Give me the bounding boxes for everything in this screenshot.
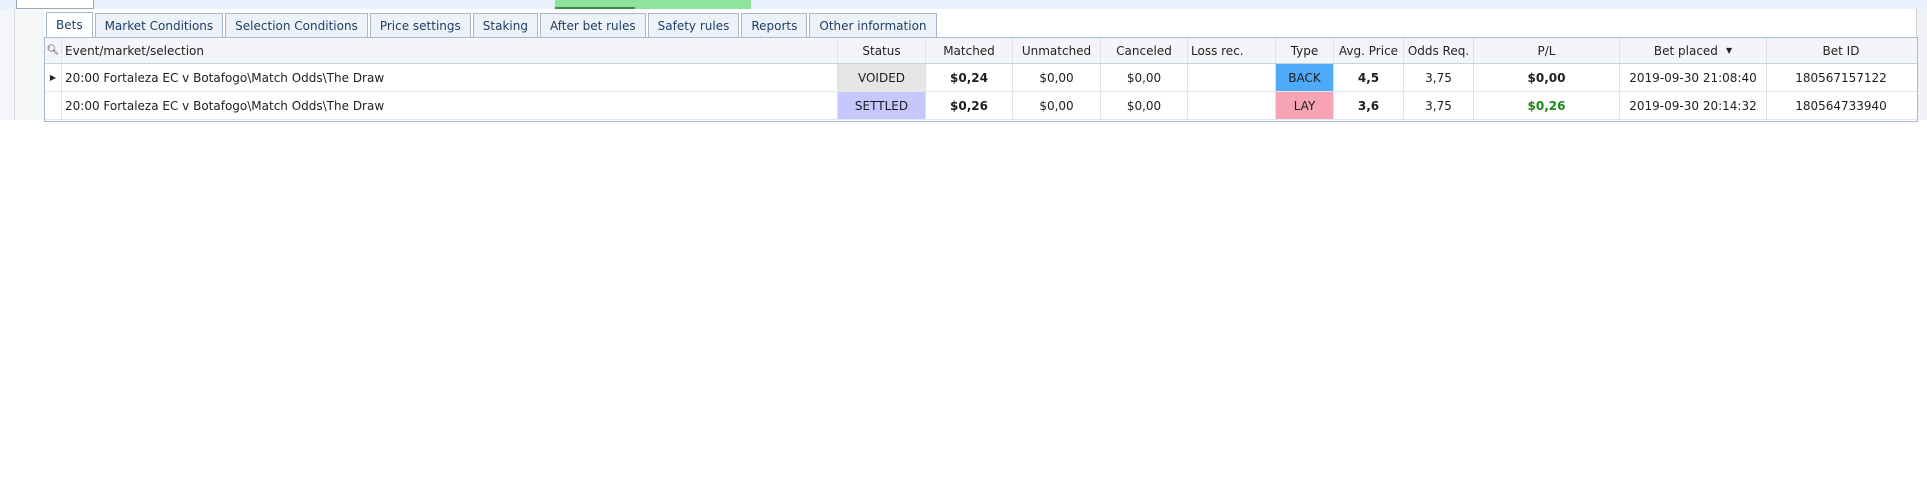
cell-bet-id: 180567157122 xyxy=(1795,70,1887,85)
cell-loss-rec xyxy=(1188,92,1276,119)
left-gutter xyxy=(0,9,44,120)
cell-odds-req: 3,75 xyxy=(1404,92,1474,119)
cell-bet-placed: 2019-09-30 20:14:32 xyxy=(1620,92,1767,119)
tab-reports[interactable]: Reports xyxy=(741,13,808,37)
column-header-event[interactable]: Event/market/selection xyxy=(62,38,838,63)
tab-bets[interactable]: Bets xyxy=(46,12,93,37)
column-header-matched[interactable]: Matched xyxy=(926,38,1013,63)
cell-matched: $0,24 xyxy=(926,64,1013,91)
left-divider xyxy=(14,9,15,120)
table-row[interactable]: 20:00 Fortaleza EC v Botafogo\Match Odds… xyxy=(45,92,1917,120)
cell-event: 20:00 Fortaleza EC v Botafogo\Match Odds… xyxy=(62,64,838,91)
column-header-avg-price[interactable]: Avg. Price xyxy=(1334,38,1404,63)
column-header-pl[interactable]: P/L xyxy=(1474,38,1620,63)
row-indicator xyxy=(45,92,62,119)
tab-other-information[interactable]: Other information xyxy=(809,13,937,37)
column-header-canceled[interactable]: Canceled xyxy=(1101,38,1188,63)
cell-event: 20:00 Fortaleza EC v Botafogo\Match Odds… xyxy=(62,92,838,119)
cell-status: VOIDED xyxy=(838,64,926,91)
current-row-icon: ▶ xyxy=(49,73,57,82)
top-input-box[interactable] xyxy=(16,0,94,9)
tab-price-settings[interactable]: Price settings xyxy=(369,13,471,37)
tab-staking[interactable]: Staking xyxy=(472,13,538,37)
cell-bet-id: 180564733940 xyxy=(1795,98,1887,113)
column-header-status[interactable]: Status xyxy=(838,38,926,63)
cell-type: BACK xyxy=(1276,64,1334,91)
tab-selection-conditions[interactable]: Selection Conditions xyxy=(225,13,368,37)
column-header-odds-req[interactable]: Odds Req. xyxy=(1404,38,1474,63)
cell-matched: $0,26 xyxy=(926,92,1013,119)
cell-status: SETTLED xyxy=(838,92,926,119)
column-header-bet-placed-label: Bet placed xyxy=(1653,43,1718,58)
sort-descending-icon: ▼ xyxy=(1725,46,1733,55)
cell-avg-price: 3,6 xyxy=(1334,92,1404,119)
column-header-unmatched[interactable]: Unmatched xyxy=(1013,38,1101,63)
cell-canceled: $0,00 xyxy=(1101,92,1188,119)
row-indicator: ▶ xyxy=(45,64,62,91)
bets-grid: 🔍︎ Event/market/selection Status Matched… xyxy=(44,37,1918,122)
cell-avg-price: 4,5 xyxy=(1334,64,1404,91)
table-row-partial xyxy=(45,120,1917,121)
tab-after-bet-rules[interactable]: After bet rules xyxy=(539,13,646,37)
cell-pl: $0,00 xyxy=(1474,64,1620,91)
tab-safety-rules[interactable]: Safety rules xyxy=(647,13,740,37)
cell-unmatched: $0,00 xyxy=(1013,92,1101,119)
cell-type: LAY xyxy=(1276,92,1334,119)
table-row[interactable]: ▶ 20:00 Fortaleza EC v Botafogo\Match Od… xyxy=(45,64,1917,92)
column-header-bet-placed[interactable]: Bet placed ▼ xyxy=(1620,38,1767,63)
cell-canceled: $0,00 xyxy=(1101,64,1188,91)
grid-header-row: 🔍︎ Event/market/selection Status Matched… xyxy=(45,38,1917,64)
magnifier-icon: 🔍︎ xyxy=(46,45,60,56)
cell-odds-req: 3,75 xyxy=(1404,64,1474,91)
column-header-bet-id[interactable]: Bet ID xyxy=(1767,38,1915,63)
column-header-type[interactable]: Type xyxy=(1276,38,1334,63)
tab-bar: Bets Market Conditions Selection Conditi… xyxy=(46,12,937,37)
cell-loss-rec xyxy=(1188,64,1276,91)
tab-market-conditions[interactable]: Market Conditions xyxy=(94,13,224,37)
column-header-loss-rec[interactable]: Loss rec. xyxy=(1188,38,1276,63)
cell-unmatched: $0,00 xyxy=(1013,64,1101,91)
cell-pl: $0,26 xyxy=(1474,92,1620,119)
cell-bet-placed: 2019-09-30 21:08:40 xyxy=(1620,64,1767,91)
filter-button[interactable]: 🔍︎ xyxy=(45,38,62,63)
